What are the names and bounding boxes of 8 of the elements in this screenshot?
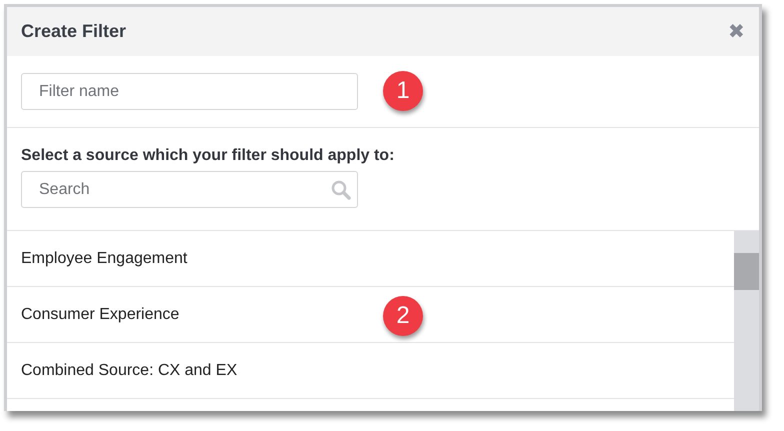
source-list-item[interactable]: Combined Source: CX and EX (7, 343, 734, 399)
source-prompt: Select a source which your filter should apply to: (21, 147, 396, 165)
search-field[interactable]: Search (21, 171, 358, 208)
filter-name-field[interactable]: Filter name (21, 73, 358, 110)
search-icon (331, 180, 351, 200)
source-list-item[interactable]: Employee Engagement (7, 231, 734, 287)
scrollbar-thumb[interactable] (734, 253, 759, 290)
dialog-title: Create Filter (21, 21, 126, 42)
